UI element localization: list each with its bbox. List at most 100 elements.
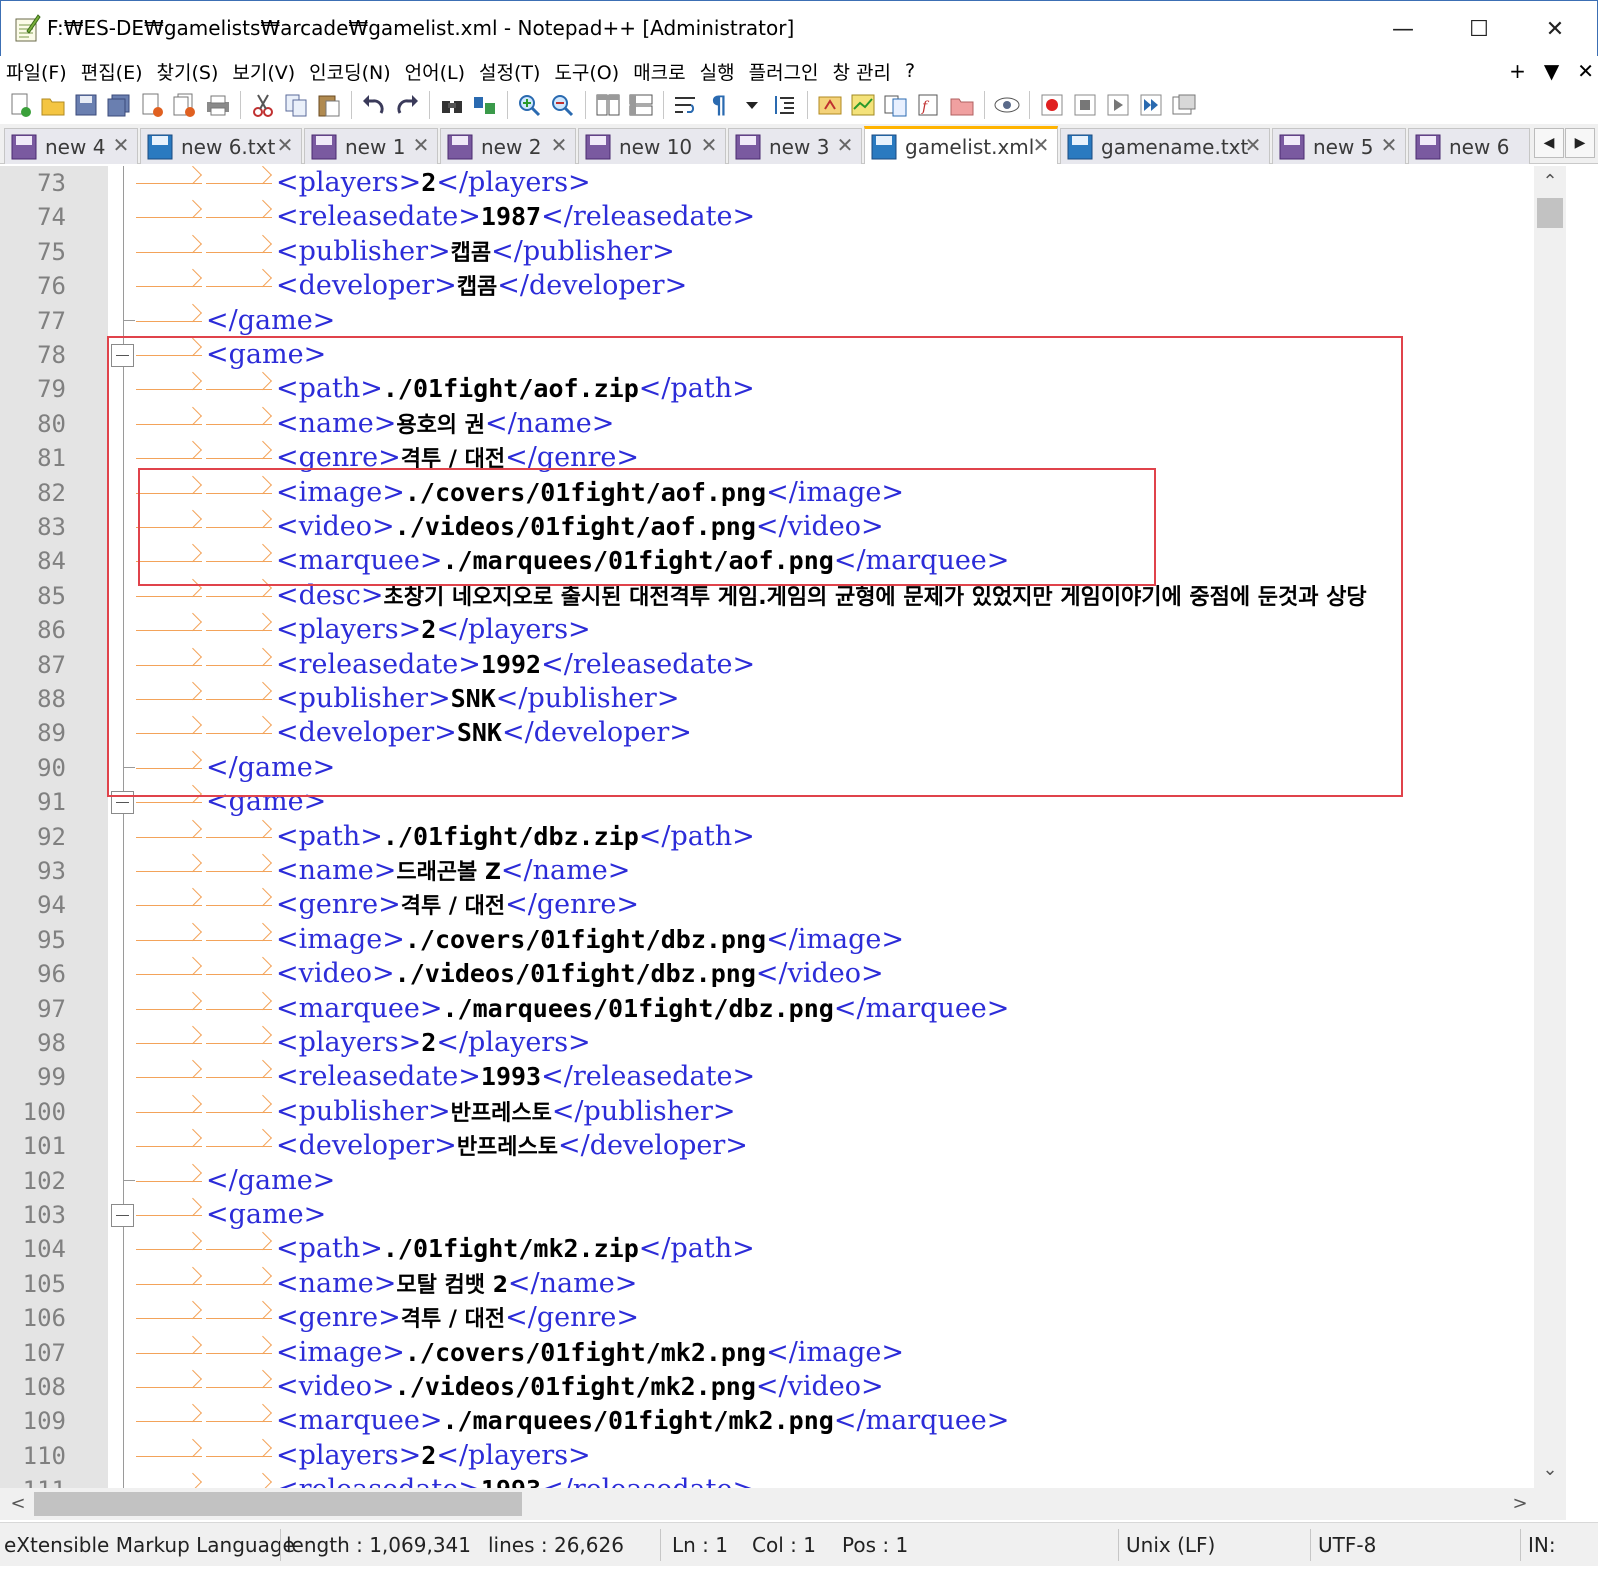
tab-close-icon[interactable]: ✕ [1031, 135, 1051, 155]
tab-close-icon[interactable]: ✕ [549, 135, 569, 155]
word-wrap-icon[interactable] [672, 91, 700, 119]
code-line[interactable]: 73 <players>2</players> [0, 166, 1566, 200]
menu-encoding[interactable]: 인코딩(N) [309, 58, 390, 85]
status-encoding[interactable]: UTF-8 [1318, 1523, 1376, 1567]
code-line[interactable]: 105 <name>모탈 컴뱃 2</name> [0, 1267, 1566, 1301]
tab-new-4[interactable]: new 4 ✕ [4, 128, 138, 164]
code-line[interactable]: 103 <game> [0, 1198, 1566, 1232]
code-line[interactable]: 89 <developer>SNK</developer> [0, 716, 1566, 750]
code-line[interactable]: 80 <name>용호의 권</name> [0, 407, 1566, 441]
code-line[interactable]: 77 </game> [0, 304, 1566, 338]
menu-settings[interactable]: 설정(T) [479, 58, 540, 85]
undo-icon[interactable] [360, 91, 388, 119]
tab-close-icon[interactable]: ✕ [275, 135, 295, 155]
tab-list-dropdown-button[interactable]: ▼ [1544, 59, 1559, 83]
code-line[interactable]: 94 <genre>격투 / 대전</genre> [0, 888, 1566, 922]
menu-edit[interactable]: 편집(E) [81, 58, 143, 85]
menu-tools[interactable]: 도구(O) [554, 58, 619, 85]
code-line[interactable]: 93 <name>드래곤볼 Z</name> [0, 854, 1566, 888]
user-language-icon[interactable] [816, 91, 844, 119]
code-line[interactable]: 106 <genre>격투 / 대전</genre> [0, 1301, 1566, 1335]
function-list-icon[interactable]: f [915, 91, 943, 119]
tab-new-6-txt[interactable]: new 6.txt ✕ [140, 128, 302, 164]
vertical-scrollbar[interactable]: ⌃ ⌄ [1534, 166, 1566, 1488]
play-macro-icon[interactable] [1104, 91, 1132, 119]
print-icon[interactable] [204, 91, 232, 119]
code-line[interactable]: 104 <path>./01fight/mk2.zip</path> [0, 1232, 1566, 1266]
tab-new-6[interactable]: new 6 [1408, 128, 1530, 164]
code-line[interactable]: 76 <developer>캡콤</developer> [0, 269, 1566, 303]
dropdown-arrow-icon[interactable] [738, 91, 766, 119]
scroll-right-arrow-icon[interactable]: > [1506, 1488, 1534, 1520]
menu-language[interactable]: 언어(L) [405, 58, 465, 85]
stop-macro-icon[interactable] [1071, 91, 1099, 119]
close-all-icon[interactable] [171, 91, 199, 119]
minimize-button[interactable]: — [1365, 1, 1441, 57]
fold-collapse-icon[interactable] [111, 791, 134, 815]
code-line[interactable]: 92 <path>./01fight/dbz.zip</path> [0, 820, 1566, 854]
open-folder-icon[interactable] [39, 91, 67, 119]
code-line[interactable]: 96 <video>./videos/01fight/dbz.png</video… [0, 957, 1566, 991]
close-document-button[interactable]: ✕ [1577, 59, 1594, 83]
status-eol-format[interactable]: Unix (LF) [1126, 1523, 1215, 1567]
record-macro-icon[interactable] [1038, 91, 1066, 119]
code-line[interactable]: 86 <players>2</players> [0, 613, 1566, 647]
horizontal-scrollbar[interactable]: < > [0, 1488, 1566, 1520]
scroll-up-arrow-icon[interactable]: ⌃ [1534, 168, 1566, 196]
code-line[interactable]: 83 <video>./videos/01fight/aof.png</video… [0, 510, 1566, 544]
show-all-characters-icon[interactable]: ¶ [705, 91, 733, 119]
vertical-scroll-thumb[interactable] [1537, 198, 1563, 228]
editor-pane[interactable]: 73 <players>2</players> 74 <releasedate>198… [0, 166, 1566, 1488]
code-line[interactable]: 102 </game> [0, 1164, 1566, 1198]
code-line[interactable]: 111 <releasedate>1993</releasedate> [0, 1473, 1566, 1488]
tab-close-icon[interactable]: ✕ [1379, 135, 1399, 155]
code-line[interactable]: 100 <publisher>반프레스토</publisher> [0, 1095, 1566, 1129]
sync-vertical-scroll-icon[interactable] [594, 91, 622, 119]
code-line[interactable]: 81 <genre>격투 / 대전</genre> [0, 441, 1566, 475]
sync-horizontal-scroll-icon[interactable] [627, 91, 655, 119]
code-line[interactable]: 87 <releasedate>1992</releasedate> [0, 648, 1566, 682]
code-line[interactable]: 99 <releasedate>1993</releasedate> [0, 1060, 1566, 1094]
zoom-out-icon[interactable] [549, 91, 577, 119]
replace-icon[interactable] [471, 91, 499, 119]
code-line[interactable]: 84 <marquee>./marquees/01fight/aof.png</m… [0, 544, 1566, 578]
find-icon[interactable] [438, 91, 466, 119]
code-line[interactable]: 108 <video>./videos/01fight/mk2.png</vide… [0, 1370, 1566, 1404]
code-line[interactable]: 85 <desc>초창기 네오지오로 출시된 대전격투 게임.게임의 균형에 문제… [0, 579, 1566, 613]
tab-close-icon[interactable]: ✕ [411, 135, 431, 155]
menu-file[interactable]: 파일(F) [6, 58, 67, 85]
document-map-icon[interactable] [849, 91, 877, 119]
tab-close-icon[interactable]: ✕ [1243, 135, 1263, 155]
tab-new-2[interactable]: new 2 ✕ [440, 128, 576, 164]
paste-icon[interactable] [315, 91, 343, 119]
folder-as-workspace-icon[interactable] [948, 91, 976, 119]
code-line[interactable]: 75 <publisher>캡콤</publisher> [0, 235, 1566, 269]
menu-plugins[interactable]: 플러그인 [749, 58, 819, 85]
tab-gamename-txt[interactable]: gamename.txt ✕ [1060, 128, 1270, 164]
code-line[interactable]: 74 <releasedate>1987</releasedate> [0, 200, 1566, 234]
code-line[interactable]: 97 <marquee>./marquees/01fight/dbz.png</m… [0, 992, 1566, 1026]
fold-collapse-icon[interactable] [111, 344, 134, 367]
tab-gamelist-xml[interactable]: gamelist.xml ✕ [864, 126, 1058, 164]
save-all-icon[interactable] [105, 91, 133, 119]
code-line[interactable]: 79 <path>./01fight/aof.zip</path> [0, 372, 1566, 406]
document-list-icon[interactable] [882, 91, 910, 119]
menu-search[interactable]: 찾기(S) [157, 58, 219, 85]
code-line[interactable]: 109 <marquee>./marquees/01fight/mk2.png</… [0, 1404, 1566, 1438]
new-tab-plus-button[interactable]: + [1509, 59, 1526, 83]
menu-macro[interactable]: 매크로 [633, 58, 685, 85]
fold-collapse-icon[interactable] [111, 1204, 134, 1227]
tab-new-5[interactable]: new 5 ✕ [1272, 128, 1406, 164]
scroll-left-arrow-icon[interactable]: < [4, 1488, 32, 1520]
new-file-icon[interactable] [6, 91, 34, 119]
menu-window[interactable]: 창 관리 [833, 58, 891, 85]
close-file-icon[interactable] [138, 91, 166, 119]
tab-close-icon[interactable]: ✕ [699, 135, 719, 155]
code-line[interactable]: 110 <players>2</players> [0, 1439, 1566, 1473]
tab-close-icon[interactable]: ✕ [111, 135, 131, 155]
code-line[interactable]: 88 <publisher>SNK</publisher> [0, 682, 1566, 716]
menu-view[interactable]: 보기(V) [232, 58, 295, 85]
save-icon[interactable] [72, 91, 100, 119]
code-line[interactable]: 95 <image>./covers/01fight/dbz.png</image… [0, 923, 1566, 957]
save-macro-icon[interactable] [1170, 91, 1198, 119]
